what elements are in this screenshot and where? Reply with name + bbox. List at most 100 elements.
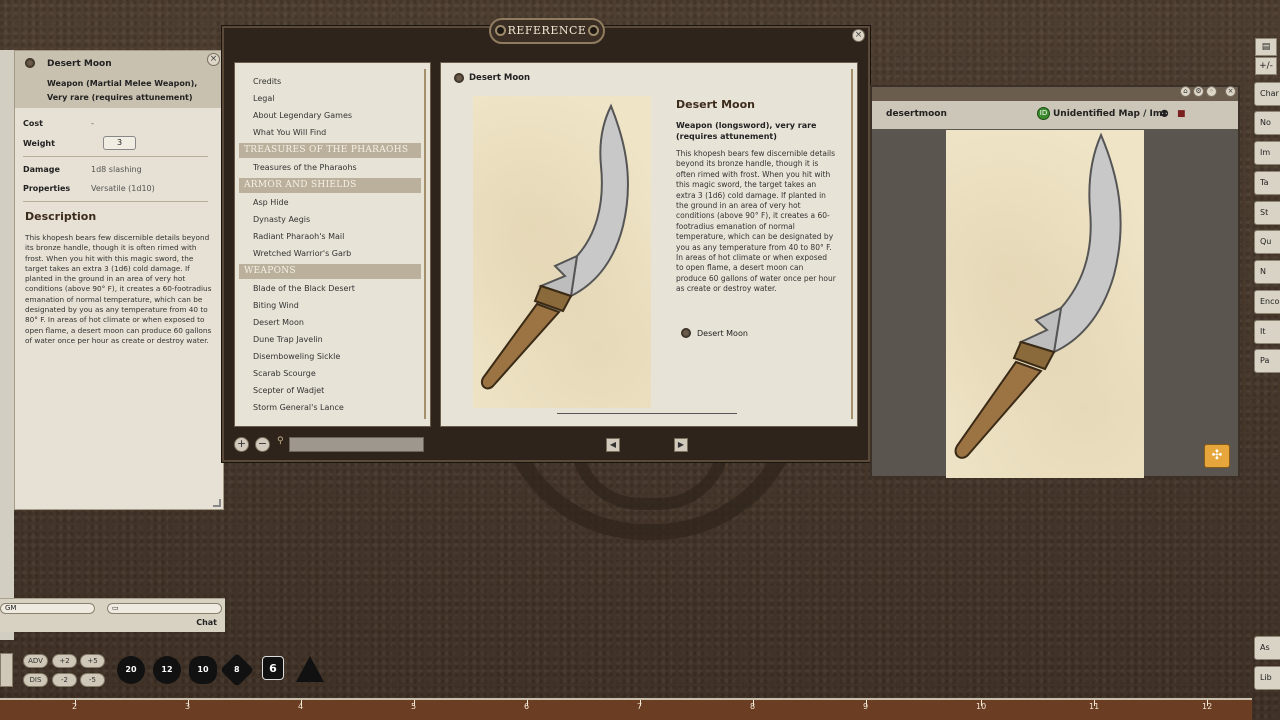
search-input[interactable] [289,437,424,452]
toc-item[interactable]: Scarab Scourge [253,369,316,378]
table-of-contents[interactable]: Credits Legal About Legendary Games What… [234,62,431,427]
modifier-button[interactable]: +2 [52,654,77,668]
description-heading: Description [25,210,97,223]
toc-item[interactable]: Asp Hide [253,198,289,207]
page-link-icon[interactable] [454,73,464,83]
sidebar-button[interactable]: Ta [1254,171,1280,195]
toc-item[interactable]: What You Will Find [253,128,326,137]
toc-item[interactable]: Wretched Warrior's Garb [253,249,351,258]
d4-die-icon[interactable] [296,656,324,682]
padlock-icon[interactable]: ■ [1177,109,1186,119]
sidebar-button[interactable]: It [1254,320,1280,344]
reference-title[interactable]: REFERENCE [489,18,605,44]
reference-page[interactable]: Desert Moon Desert Moon Weapon (longswor… [440,62,858,427]
toc-item[interactable]: Disemboweling Sickle [253,352,340,361]
sidebar-button[interactable]: Im [1254,141,1280,165]
reference-title-label: REFERENCE [507,24,587,37]
close-icon[interactable]: × [207,53,220,66]
reference-window[interactable]: REFERENCE × Credits Legal About Legendar… [222,18,870,462]
description-text[interactable]: This khopesh bears few discernible detai… [25,233,217,346]
sidebar-size-button[interactable]: +/- [1255,57,1277,75]
lock-icon[interactable]: ⌂ [1180,86,1191,97]
d10-die-icon[interactable]: 10 [189,656,217,684]
modifier-button[interactable]: ADV [23,654,48,668]
toc-item[interactable]: Blade of the Black Desert [253,284,355,293]
page-header: Desert Moon [469,73,531,83]
map-image[interactable] [946,130,1144,478]
toc-item[interactable]: Biting Wind [253,301,299,310]
page-body[interactable]: This khopesh bears few discernible detai… [676,149,836,295]
chat-label[interactable]: Chat [196,618,217,627]
sidebar-button[interactable]: N [1254,260,1280,284]
next-page-icon[interactable]: ▶ [674,438,688,452]
item-title: Desert Moon [47,59,112,69]
item-link-icon[interactable] [25,58,35,68]
properties-value[interactable]: Versatile (1d10) [91,184,155,193]
page-subtitle: Weapon (longsword), very rare (requires … [676,121,817,141]
weight-field[interactable]: 3 [103,136,136,150]
toc-section[interactable]: TREASURES OF THE PHARAOHS [239,143,421,158]
image-window[interactable]: ⌂ ⚙ ◦ × desertmoon ID Unidentified Map / Im… [870,85,1240,478]
image-type[interactable]: Unidentified Map / Im [1053,109,1162,119]
resize-handle-icon[interactable] [213,499,221,507]
toc-section[interactable]: ARMOR AND SHIELDS [239,178,421,193]
item-sheet-header[interactable]: Desert Moon Weapon (Martial Melee Weapon… [15,51,223,108]
page-scrollbar[interactable] [851,69,853,419]
id-status-icon[interactable]: ID [1037,107,1050,120]
modifier-button[interactable]: DIS [23,673,48,687]
sidebar-button[interactable]: Qu [1254,230,1280,254]
khopesh-illustration[interactable] [473,96,651,408]
cost-label: Cost [23,119,43,128]
toc-item[interactable]: Legal [253,94,274,103]
remove-icon[interactable]: − [255,437,270,452]
chat-emote-select[interactable]: ▭ [107,603,222,614]
d12-die-icon[interactable]: 12 [153,656,181,684]
toc-scrollbar[interactable] [424,69,426,419]
sidebar-toggle-icon[interactable]: ▤ [1255,38,1277,56]
sidebar-button[interactable]: Lib [1254,666,1280,690]
toc-item[interactable]: Treasures of the Pharaohs [253,163,357,172]
toc-item[interactable]: Radiant Pharaoh's Mail [253,232,344,241]
item-link[interactable]: Desert Moon [697,329,748,338]
sidebar-button[interactable]: Char [1254,82,1280,106]
toc-section[interactable]: WEAPONS [239,264,421,279]
fit-image-icon[interactable]: ✣ [1204,444,1230,468]
properties-label: Properties [23,184,71,193]
chat-panel-edge [0,50,14,640]
d8-die-icon[interactable]: 8 [220,653,254,687]
divider [23,156,208,157]
toc-item[interactable]: Dynasty Aegis [253,215,310,224]
modifier-button[interactable]: +5 [80,654,105,668]
hotbar-edge[interactable] [0,653,13,687]
cost-value[interactable]: - [91,119,94,128]
damage-value[interactable]: 1d8 slashing [91,165,142,174]
toc-item[interactable]: Storm General's Lance [253,403,344,412]
d20-die-icon[interactable]: 20 [117,656,145,684]
chat-mode-select[interactable]: GM [0,603,95,614]
toc-item[interactable]: Desert Moon [253,318,304,327]
image-name[interactable]: desertmoon [886,109,947,119]
prev-page-icon[interactable]: ◀ [606,438,620,452]
khopesh-icon [954,132,1122,459]
search-icon: ⚲ [277,436,284,446]
toc-item[interactable]: Scepter of Wadjet [253,386,324,395]
sidebar-button[interactable]: No [1254,111,1280,135]
toc-item[interactable]: About Legendary Games [253,111,352,120]
modifier-button[interactable]: -5 [80,673,105,687]
modifier-button[interactable]: -2 [52,673,77,687]
mask-icon[interactable]: ⚉ [1160,109,1169,120]
d6-die-icon[interactable]: 6 [262,656,284,680]
sidebar-button[interactable]: Pa [1254,349,1280,373]
sidebar-button[interactable]: As [1254,636,1280,660]
toc-item[interactable]: Credits [253,77,281,86]
close-icon[interactable]: × [1225,86,1236,97]
pin-icon[interactable]: ⚙ [1193,86,1204,97]
toc-item[interactable]: Dune Trap Javelin [253,335,323,344]
close-icon[interactable]: × [852,29,865,42]
item-link-icon[interactable] [681,328,691,338]
sidebar-button[interactable]: St [1254,201,1280,225]
add-icon[interactable]: + [234,437,249,452]
sidebar-button[interactable]: Enco [1254,290,1280,314]
share-icon[interactable]: ◦ [1206,86,1217,97]
item-sheet-window[interactable]: Desert Moon Weapon (Martial Melee Weapon… [14,50,224,510]
